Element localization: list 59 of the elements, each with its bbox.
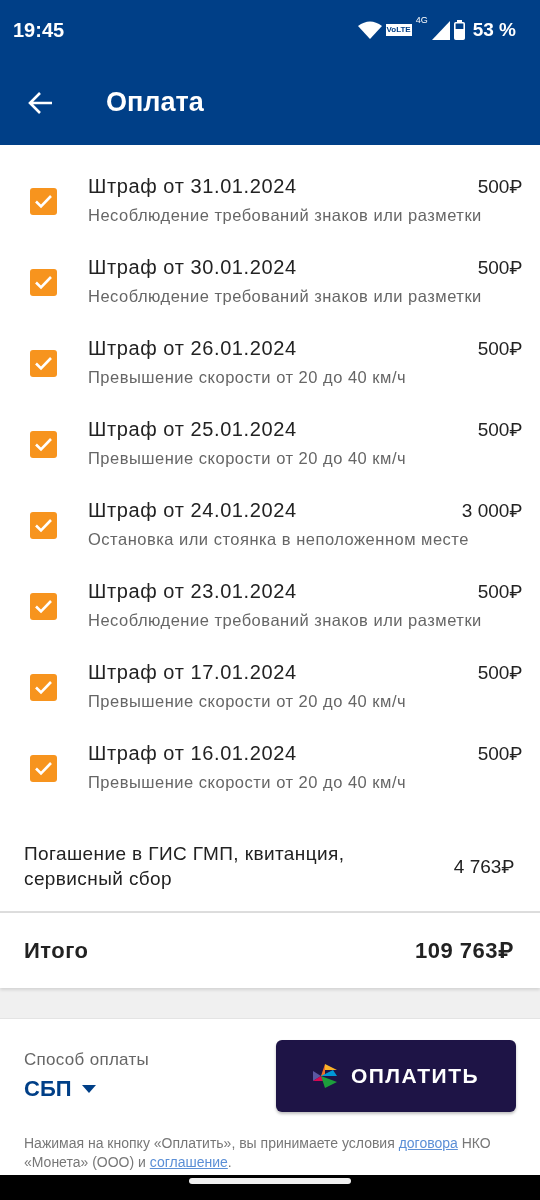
fine-amount: 500₽ xyxy=(477,580,522,604)
checkbox[interactable] xyxy=(30,431,57,458)
disclaimer-text: Нажимая на кнопку «Оплатить», вы принимаете условия договора НКО «Монета» (ООО) и соглашение. xyxy=(24,1134,492,1172)
fine-title: Штраф от 23.01.2024 xyxy=(88,579,297,604)
network-type: 4G xyxy=(415,15,428,25)
fine-description: Несоблюдение требований знаков или разметки xyxy=(88,205,483,226)
pay-button[interactable]: ОПЛАТИТЬ xyxy=(276,1040,516,1112)
fine-description: Несоблюдение требований знаков или разметки xyxy=(88,610,483,631)
payment-method-dropdown[interactable]: СБП xyxy=(24,1076,96,1102)
fine-title: Штраф от 31.01.2024 xyxy=(88,174,297,199)
fine-title: Штраф от 30.01.2024 xyxy=(88,255,297,280)
checkbox[interactable] xyxy=(30,188,57,215)
fine-title: Штраф от 25.01.2024 xyxy=(88,417,297,442)
wifi-icon xyxy=(357,21,382,39)
fine-amount: 500₽ xyxy=(477,256,522,280)
checkmark-icon xyxy=(34,437,53,452)
network-badge: VoLTE xyxy=(385,24,412,36)
signal-icon xyxy=(431,20,450,40)
fee-amount: 4 763₽ xyxy=(453,854,514,878)
checkbox[interactable] xyxy=(30,269,57,296)
fine-amount: 500₽ xyxy=(477,661,522,685)
fine-description: Несоблюдение требований знаков или разметки xyxy=(88,286,483,307)
fine-amount: 500₽ xyxy=(477,418,522,442)
total-amount: 109 763₽ xyxy=(414,937,514,964)
checkbox[interactable] xyxy=(30,350,57,377)
fine-amount: 3 000₽ xyxy=(461,499,522,523)
fine-amount: 500₽ xyxy=(477,175,522,199)
fine-title: Штраф от 26.01.2024 xyxy=(88,336,297,361)
fee-label: Погашение в ГИС ГМП, квитанция, сервисный сбор xyxy=(24,842,346,891)
fine-description: Превышение скорости от 20 до 40 км/ч xyxy=(88,367,408,388)
fine-description: Превышение скорости от 20 до 40 км/ч xyxy=(88,772,408,793)
fine-amount: 500₽ xyxy=(477,742,522,766)
checkmark-icon xyxy=(34,599,53,614)
total-label: Итого xyxy=(24,937,89,964)
fine-description: Превышение скорости от 20 до 40 км/ч xyxy=(88,448,408,469)
checkmark-icon xyxy=(34,275,53,290)
checkmark-icon xyxy=(34,518,53,533)
caret-icon xyxy=(81,1085,96,1093)
checkmark-icon xyxy=(34,194,53,209)
fine-amount: 500₽ xyxy=(477,337,522,361)
checkbox[interactable] xyxy=(30,593,57,620)
fine-description: Остановка или стоянка в неположенном месте xyxy=(88,529,470,550)
back-arrow-icon[interactable] xyxy=(28,90,54,115)
checkbox[interactable] xyxy=(30,512,57,539)
screen-title: Оплата xyxy=(106,87,204,118)
fine-description: Превышение скорости от 20 до 40 км/ч xyxy=(88,691,408,712)
payment-method-label: Способ оплаты xyxy=(24,1050,150,1070)
fine-title: Штраф от 24.01.2024 xyxy=(88,498,297,523)
checkmark-icon xyxy=(34,680,53,695)
status-time: 19:45 xyxy=(13,18,66,42)
battery-icon xyxy=(453,20,465,40)
battery-percent: 53 % xyxy=(472,19,516,41)
checkbox[interactable] xyxy=(30,674,57,701)
fine-title: Штраф от 16.01.2024 xyxy=(88,741,297,766)
sbp-logo-icon xyxy=(312,1062,337,1090)
checkmark-icon xyxy=(34,761,53,776)
checkmark-icon xyxy=(34,356,53,371)
checkbox[interactable] xyxy=(30,755,57,782)
fine-title: Штраф от 17.01.2024 xyxy=(88,660,297,685)
